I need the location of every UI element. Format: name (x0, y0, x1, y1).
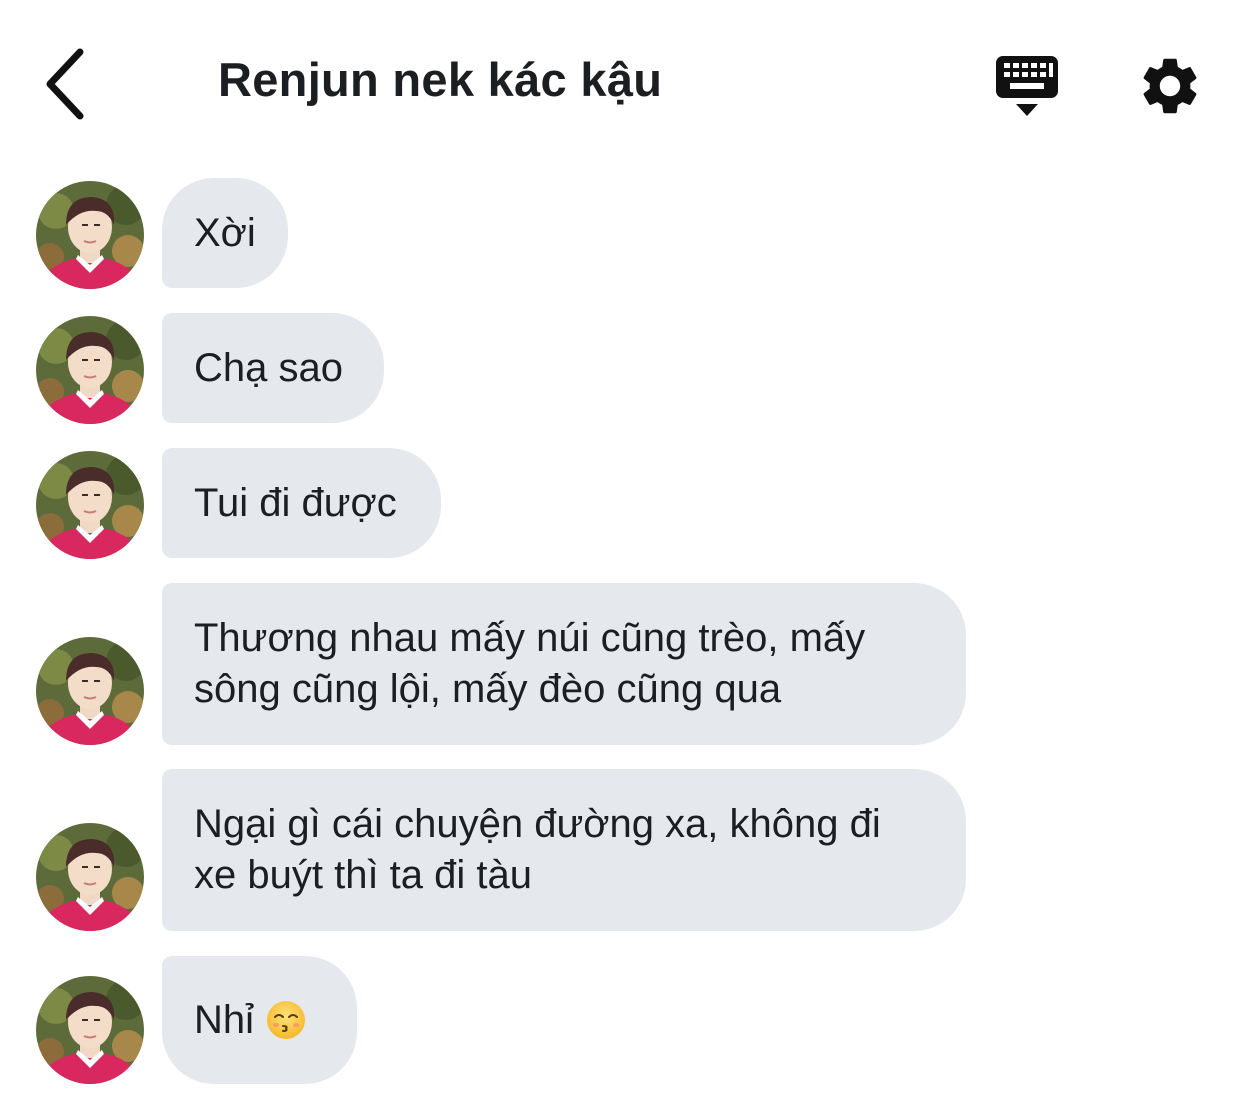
message-bubble[interactable]: Nhỉ (162, 956, 357, 1084)
avatar[interactable] (36, 451, 144, 559)
message-text: Chạ sao (194, 345, 343, 390)
message-bubble[interactable]: Chạ sao (162, 313, 384, 423)
message-text: Tui đi được (194, 480, 397, 525)
avatar[interactable] (36, 823, 144, 931)
message-bubble[interactable]: Tui đi được (162, 448, 441, 558)
message-bubble[interactable]: Thương nhau mấy núi cũng trèo, mấy sông … (162, 583, 966, 745)
message-text: Thương nhau mấy núi cũng trèo, mấy sông … (194, 616, 866, 711)
message-text: Ngại gì cái chuyện đường xa, không đi xe… (194, 802, 881, 897)
message-list: Xời Chạ sao Tui đi được Thương nhau mấy … (0, 0, 1242, 1094)
avatar[interactable] (36, 637, 144, 745)
avatar[interactable] (36, 316, 144, 424)
message-text: Xời (194, 210, 256, 255)
avatar[interactable] (36, 181, 144, 289)
kissing-face-smiling-eyes-emoji (267, 1001, 306, 1039)
message-bubble[interactable]: Ngại gì cái chuyện đường xa, không đi xe… (162, 769, 966, 931)
message-text: Nhỉ (194, 997, 255, 1042)
avatar[interactable] (36, 976, 144, 1084)
message-bubble[interactable]: Xời (162, 178, 288, 288)
